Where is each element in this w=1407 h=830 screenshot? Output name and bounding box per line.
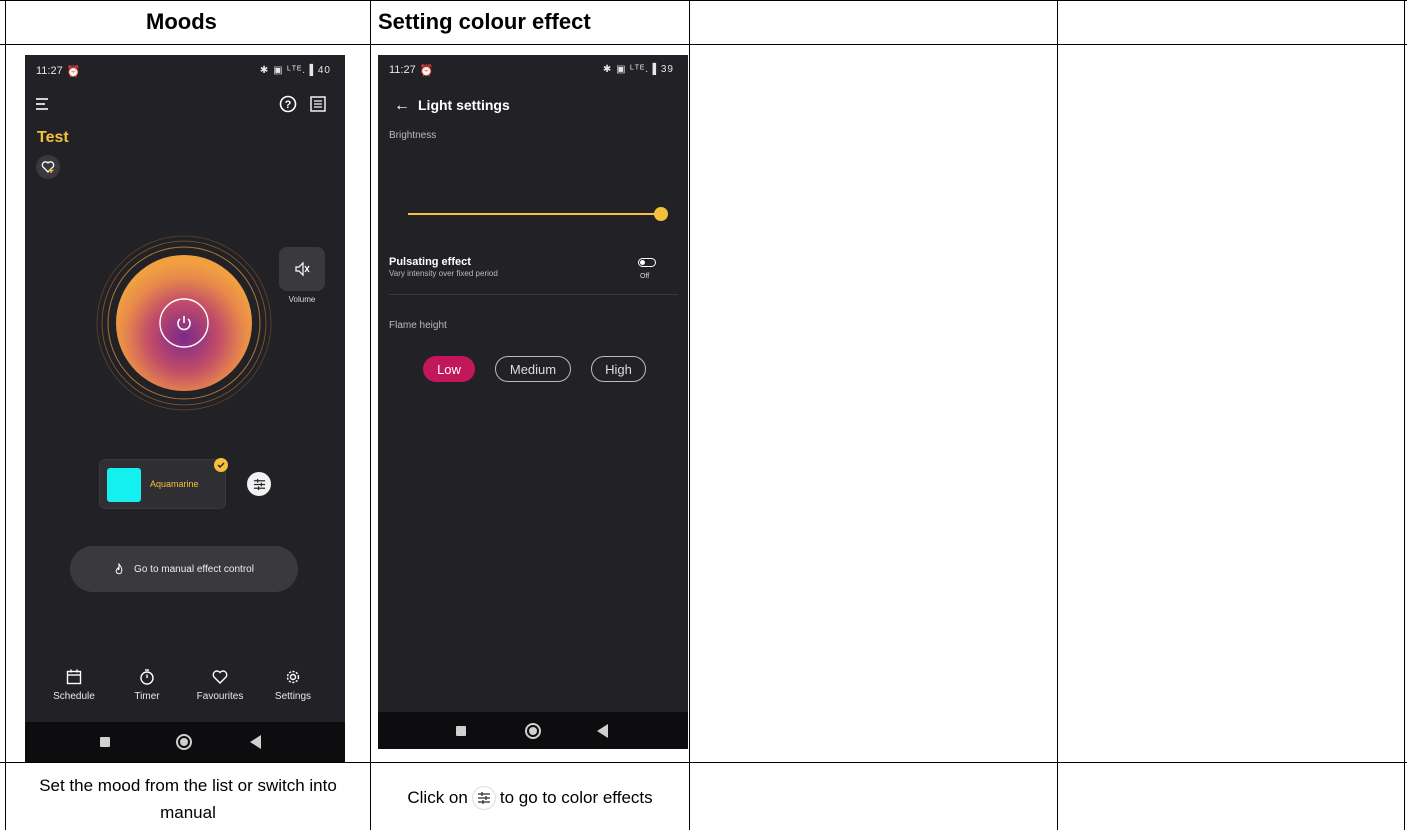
android-nav-bar	[378, 712, 688, 749]
colour-name: Aquamarine	[150, 479, 199, 489]
svg-text:?: ?	[285, 99, 292, 111]
home-button[interactable]	[176, 734, 192, 750]
calendar-icon	[66, 669, 82, 685]
brightness-track	[408, 213, 661, 215]
add-favourite-button[interactable]	[36, 155, 60, 179]
caption-row-border	[0, 762, 1407, 763]
alarm-icon: ⏰	[66, 66, 81, 78]
tab-label-timer: Timer	[134, 691, 160, 702]
tab-label-settings: Settings	[274, 691, 312, 702]
status-time: 11:27 ⏰	[389, 64, 434, 77]
flame-option-low[interactable]: Low	[423, 356, 475, 382]
tab-schedule[interactable]: Schedule	[39, 669, 109, 702]
mood-title: Test	[37, 129, 69, 146]
phone-light-settings-screen: 11:27 ⏰ ✱ ▣ ᴸᵀᴱ.▐ 39 ← Light settings Bri…	[378, 55, 688, 749]
col-border-4	[1404, 0, 1405, 830]
heart-icon	[212, 670, 228, 684]
flame-option-high[interactable]: High	[591, 356, 646, 382]
caption-effect: Click on to go to color effects	[372, 784, 688, 811]
col-border-3	[1057, 0, 1058, 830]
brightness-thumb[interactable]	[654, 207, 668, 221]
pulsating-title: Pulsating effect	[389, 256, 471, 268]
flame-option-medium[interactable]: Medium	[495, 356, 571, 382]
back-arrow-icon[interactable]: ←	[394, 97, 410, 115]
flame-icon	[115, 563, 123, 575]
recents-button[interactable]	[456, 726, 466, 736]
colour-swatch	[107, 468, 141, 502]
toggle-knob	[640, 260, 645, 265]
help-icon[interactable]: ?	[279, 95, 297, 118]
status-time: 11:27 ⏰	[36, 65, 81, 78]
sliders-icon	[253, 478, 265, 490]
heart-plus-icon	[41, 161, 55, 173]
recents-button[interactable]	[100, 737, 110, 747]
brightness-slider[interactable]	[408, 207, 668, 221]
back-button[interactable]	[250, 735, 261, 749]
mute-icon	[295, 261, 310, 277]
effect-settings-icon	[471, 785, 496, 810]
header-row-border	[0, 44, 1407, 45]
col-border-0	[5, 0, 6, 830]
brightness-label: Brightness	[389, 130, 437, 141]
flame-height-label: Flame height	[389, 320, 447, 331]
screen-header: Light settings	[418, 97, 510, 113]
android-nav-bar	[25, 722, 345, 762]
col-border-2	[689, 0, 690, 830]
colour-card[interactable]: Aquamarine	[99, 459, 226, 509]
list-icon[interactable]	[310, 96, 326, 117]
menu-icon[interactable]	[36, 97, 52, 116]
tab-label-favourites: Favourites	[196, 691, 244, 702]
caption-moods: Set the mood from the list or switch int…	[39, 776, 337, 822]
colour-effect-settings-button[interactable]	[247, 472, 271, 496]
power-icon[interactable]	[175, 314, 193, 337]
tab-settings[interactable]: Settings	[258, 669, 328, 702]
column-header-moods: Moods	[146, 9, 217, 34]
tab-timer[interactable]: Timer	[112, 669, 182, 702]
manual-effect-button[interactable]: Go to manual effect control	[70, 546, 298, 592]
alarm-icon: ⏰	[419, 65, 434, 77]
caption-effect-suffix: to go to color effects	[499, 788, 653, 807]
divider	[389, 294, 678, 295]
timer-icon	[140, 669, 154, 685]
caption-effect-prefix: Click on	[407, 788, 468, 807]
status-indicators: ✱ ▣ ᴸᵀᴱ.▐ 39	[602, 64, 674, 75]
status-indicators: ✱ ▣ ᴸᵀᴱ.▐ 40	[259, 65, 331, 76]
column-header-colour-effect: Setting colour effect	[378, 9, 591, 34]
phone-moods-screen: 11:27 ⏰ ✱ ▣ ᴸᵀᴱ.▐ 40 ? Test Volume Aquam…	[25, 55, 345, 762]
home-button[interactable]	[525, 723, 541, 739]
col-border-1	[370, 0, 371, 830]
pulsating-subtitle: Vary intensity over fixed period	[389, 269, 498, 278]
gear-icon	[286, 670, 300, 684]
selected-check-icon	[214, 458, 228, 472]
volume-label: Volume	[288, 295, 316, 304]
pulsating-toggle[interactable]	[638, 258, 656, 267]
volume-button[interactable]	[279, 247, 325, 291]
tab-favourites[interactable]: Favourites	[185, 669, 255, 702]
tab-label-schedule: Schedule	[53, 691, 95, 702]
pulsating-state: Off	[640, 273, 650, 280]
back-button[interactable]	[597, 724, 608, 738]
